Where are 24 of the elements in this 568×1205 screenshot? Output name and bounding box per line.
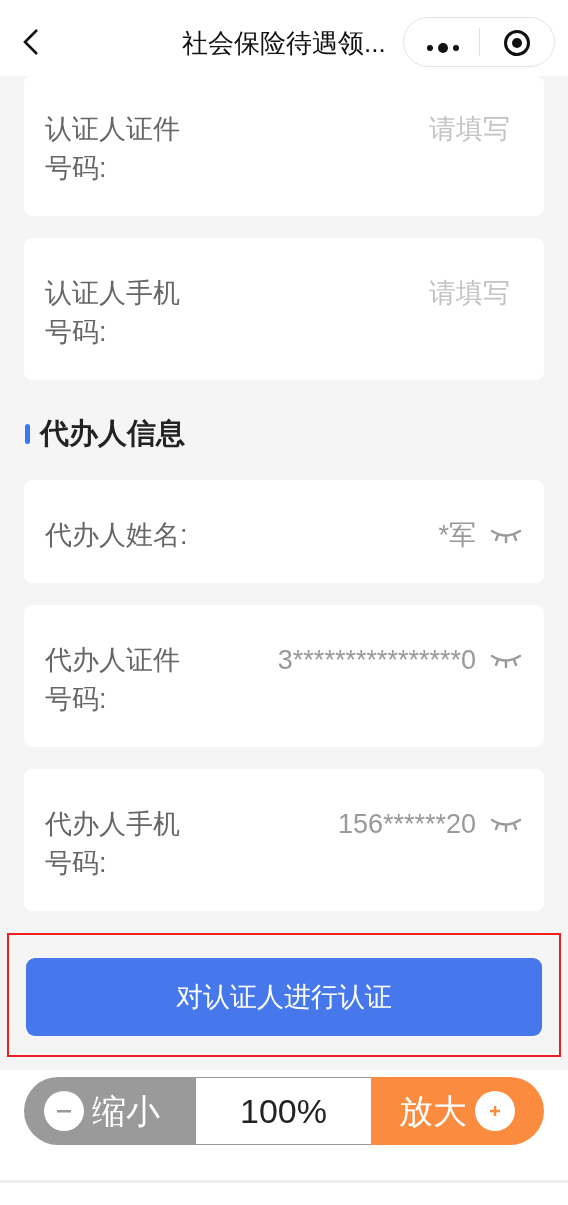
- field-label: 认证人手机号码:: [45, 277, 181, 349]
- eye-closed-icon[interactable]: [490, 817, 522, 833]
- back-icon[interactable]: [22, 28, 40, 56]
- close-icon[interactable]: [503, 29, 531, 57]
- field-value: *军: [437, 519, 476, 552]
- eye-closed-icon[interactable]: [490, 528, 522, 544]
- field-value: 156******20: [336, 808, 476, 841]
- eye-closed-icon[interactable]: [490, 653, 522, 669]
- field-label: 代办人证件号码:: [45, 644, 181, 716]
- field-label: 代办人手机号码:: [45, 808, 181, 880]
- field-label: 代办人姓名:: [45, 519, 189, 552]
- zoom-out-button[interactable]: 缩小: [24, 1077, 196, 1145]
- field-value: 3****************0: [276, 644, 476, 677]
- plus-icon: [475, 1091, 515, 1131]
- minus-icon: [44, 1091, 84, 1131]
- zoom-level: 100%: [196, 1077, 371, 1145]
- page-title: 社会保险待遇领...: [182, 27, 386, 60]
- verify-button[interactable]: 对认证人进行认证: [26, 958, 542, 1036]
- input-field[interactable]: 请填写: [195, 274, 510, 313]
- zoom-in-button[interactable]: 放大: [371, 1077, 544, 1145]
- section-title: 代办人信息: [40, 416, 185, 452]
- input-field[interactable]: 请填写: [195, 110, 510, 149]
- section-marker: [25, 424, 30, 444]
- field-label: 认证人证件号码:: [45, 113, 181, 185]
